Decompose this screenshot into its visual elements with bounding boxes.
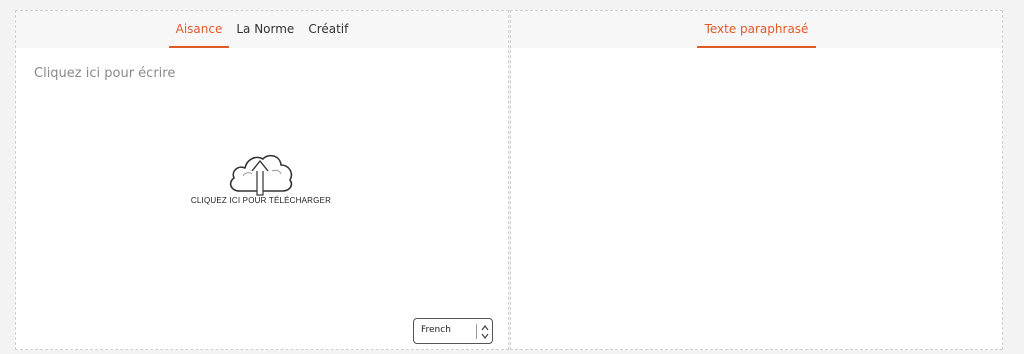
output-panel: Texte paraphrasé <box>510 10 1003 350</box>
updown-chevron-icon <box>481 325 489 339</box>
select-divider <box>476 324 477 339</box>
text-input-area[interactable]: Cliquez ici pour écrire <box>34 66 175 81</box>
output-tabbar: Texte paraphrasé <box>511 11 1002 48</box>
tab-la-norme[interactable]: La Norme <box>229 11 301 48</box>
input-panel: Aisance La Norme Créatif Cliquez ici pou… <box>15 10 509 350</box>
mode-tabbar: Aisance La Norme Créatif <box>16 11 508 48</box>
tab-creatif[interactable]: Créatif <box>301 11 355 48</box>
tab-aisance[interactable]: Aisance <box>168 11 230 48</box>
tab-texte-paraphrase[interactable]: Texte paraphrasé <box>696 11 817 48</box>
upload-label: CLIQUEZ ICI POUR TÉLÉCHARGER <box>190 196 332 205</box>
language-select[interactable]: French <box>413 318 493 344</box>
cloud-upload-icon <box>229 154 293 196</box>
upload-button[interactable]: CLIQUEZ ICI POUR TÉLÉCHARGER <box>181 151 341 223</box>
language-value: French <box>421 325 451 335</box>
